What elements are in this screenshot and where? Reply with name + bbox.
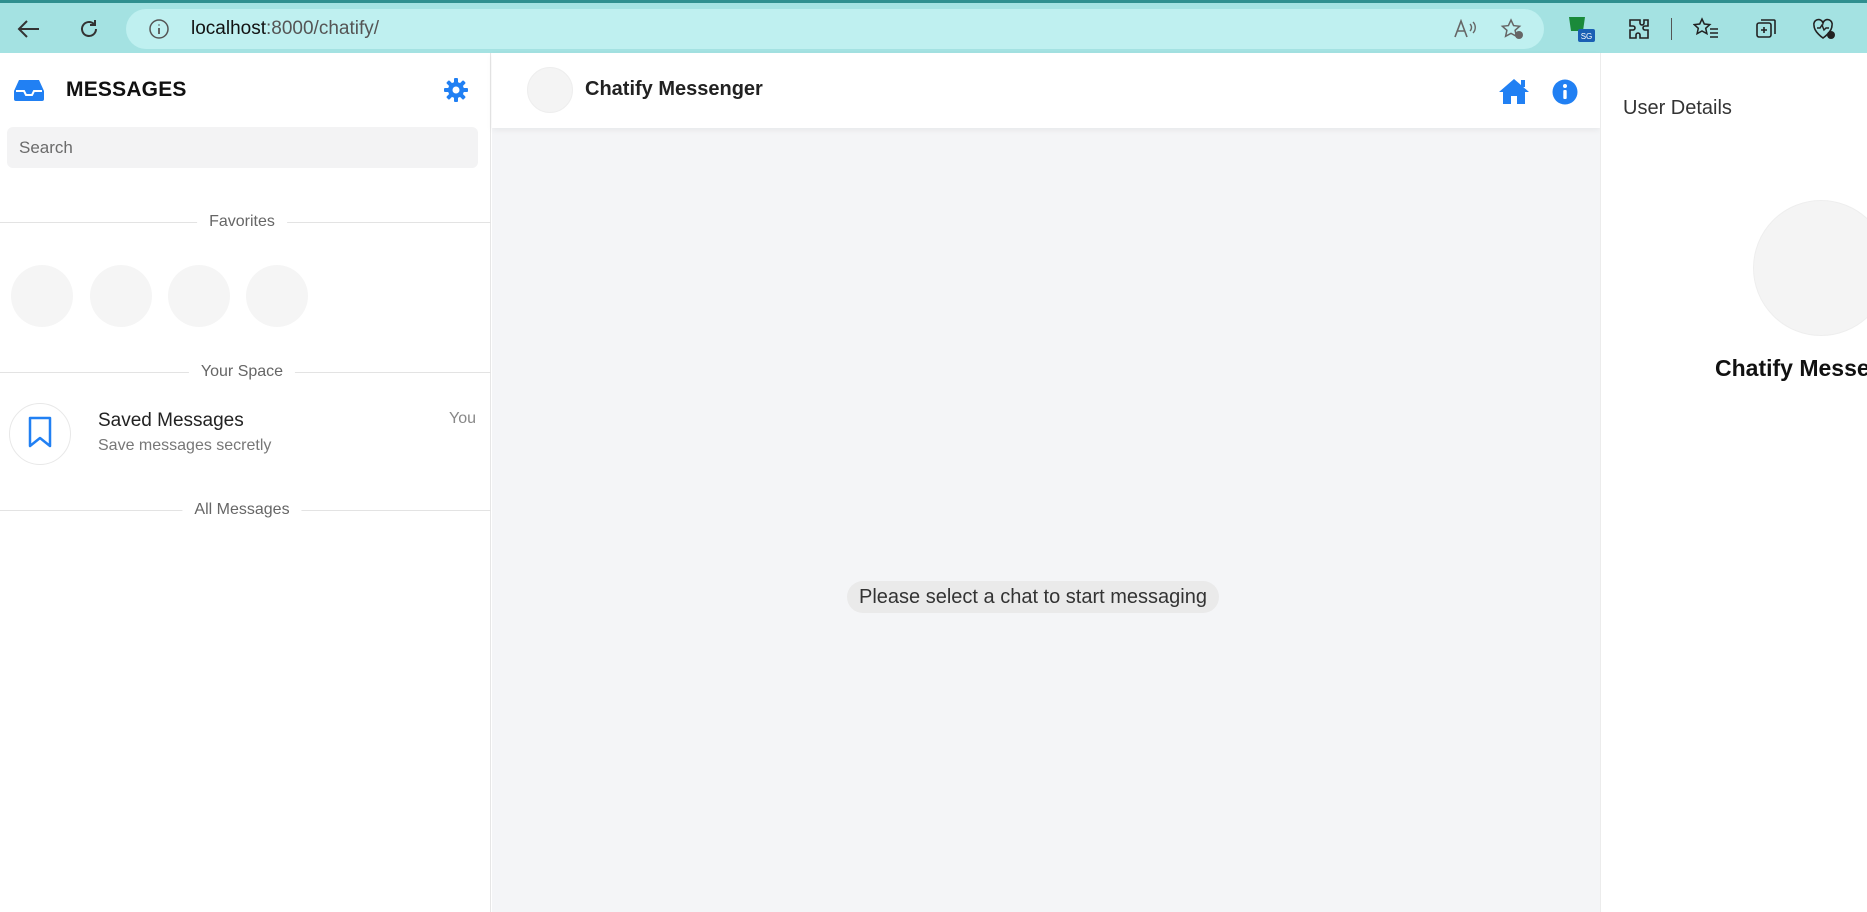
sidebar: MESSAGES Favorites Your Space Saved Mess… — [0, 53, 491, 912]
browser-toolbar: localhost:8000/chatify/ SG — [0, 0, 1867, 53]
bookmark-icon — [27, 416, 53, 453]
add-favorite-icon[interactable] — [1496, 17, 1528, 41]
sidebar-header: MESSAGES — [12, 75, 187, 105]
inbox-icon — [12, 77, 46, 103]
url-text: localhost:8000/chatify/ — [191, 18, 380, 39]
favorites-heading: Favorites — [197, 213, 287, 231]
reload-icon — [81, 20, 97, 37]
all-messages-heading: All Messages — [182, 501, 302, 519]
chat-avatar — [527, 67, 573, 113]
user-details-avatar — [1753, 200, 1867, 336]
saved-avatar — [9, 403, 71, 465]
saved-messages-meta: You — [449, 410, 476, 427]
favorites-icon[interactable] — [1690, 14, 1722, 44]
back-button[interactable] — [10, 11, 48, 47]
svg-text:SG: SG — [1581, 32, 1593, 41]
gear-icon[interactable] — [441, 75, 471, 105]
user-details-title: User Details — [1623, 97, 1732, 119]
saved-messages-title: Saved Messages — [98, 410, 244, 431]
search-input[interactable] — [7, 127, 478, 168]
user-details-name: Chatify Messenger — [1715, 355, 1867, 381]
your-space-heading: Your Space — [188, 363, 296, 381]
user-details-panel: User Details Chatify Messenger — [1600, 53, 1867, 912]
address-bar[interactable]: localhost:8000/chatify/ — [126, 9, 1544, 49]
extension-sg-icon[interactable]: SG — [1565, 14, 1597, 44]
chat-header: Chatify Messenger — [492, 53, 1600, 128]
reload-button[interactable] — [70, 11, 108, 47]
sidebar-title: MESSAGES — [66, 78, 187, 101]
favorite-avatar[interactable] — [246, 265, 308, 327]
chat-panel: Chatify Messenger Please select a chat t… — [492, 53, 1600, 912]
info-icon[interactable] — [1551, 78, 1579, 106]
site-info-icon[interactable] — [148, 18, 170, 45]
favorite-avatar[interactable] — [11, 265, 73, 327]
collections-icon[interactable] — [1750, 14, 1782, 44]
extensions-puzzle-icon[interactable] — [1623, 14, 1655, 44]
home-icon[interactable] — [1498, 77, 1530, 105]
browser-essentials-icon[interactable] — [1808, 14, 1840, 44]
empty-chat-message: Please select a chat to start messaging — [847, 581, 1219, 613]
favorite-avatar[interactable] — [168, 265, 230, 327]
saved-messages-item[interactable]: Saved Messages Save messages secretly Yo… — [0, 403, 491, 481]
saved-messages-subtitle: Save messages secretly — [98, 437, 272, 454]
toolbar-separator — [1671, 18, 1672, 40]
favorite-avatar[interactable] — [90, 265, 152, 327]
back-arrow-icon — [17, 20, 39, 38]
chat-title: Chatify Messenger — [585, 78, 763, 100]
read-aloud-icon[interactable] — [1449, 17, 1481, 41]
chatify-app: MESSAGES Favorites Your Space Saved Mess… — [0, 53, 1867, 912]
